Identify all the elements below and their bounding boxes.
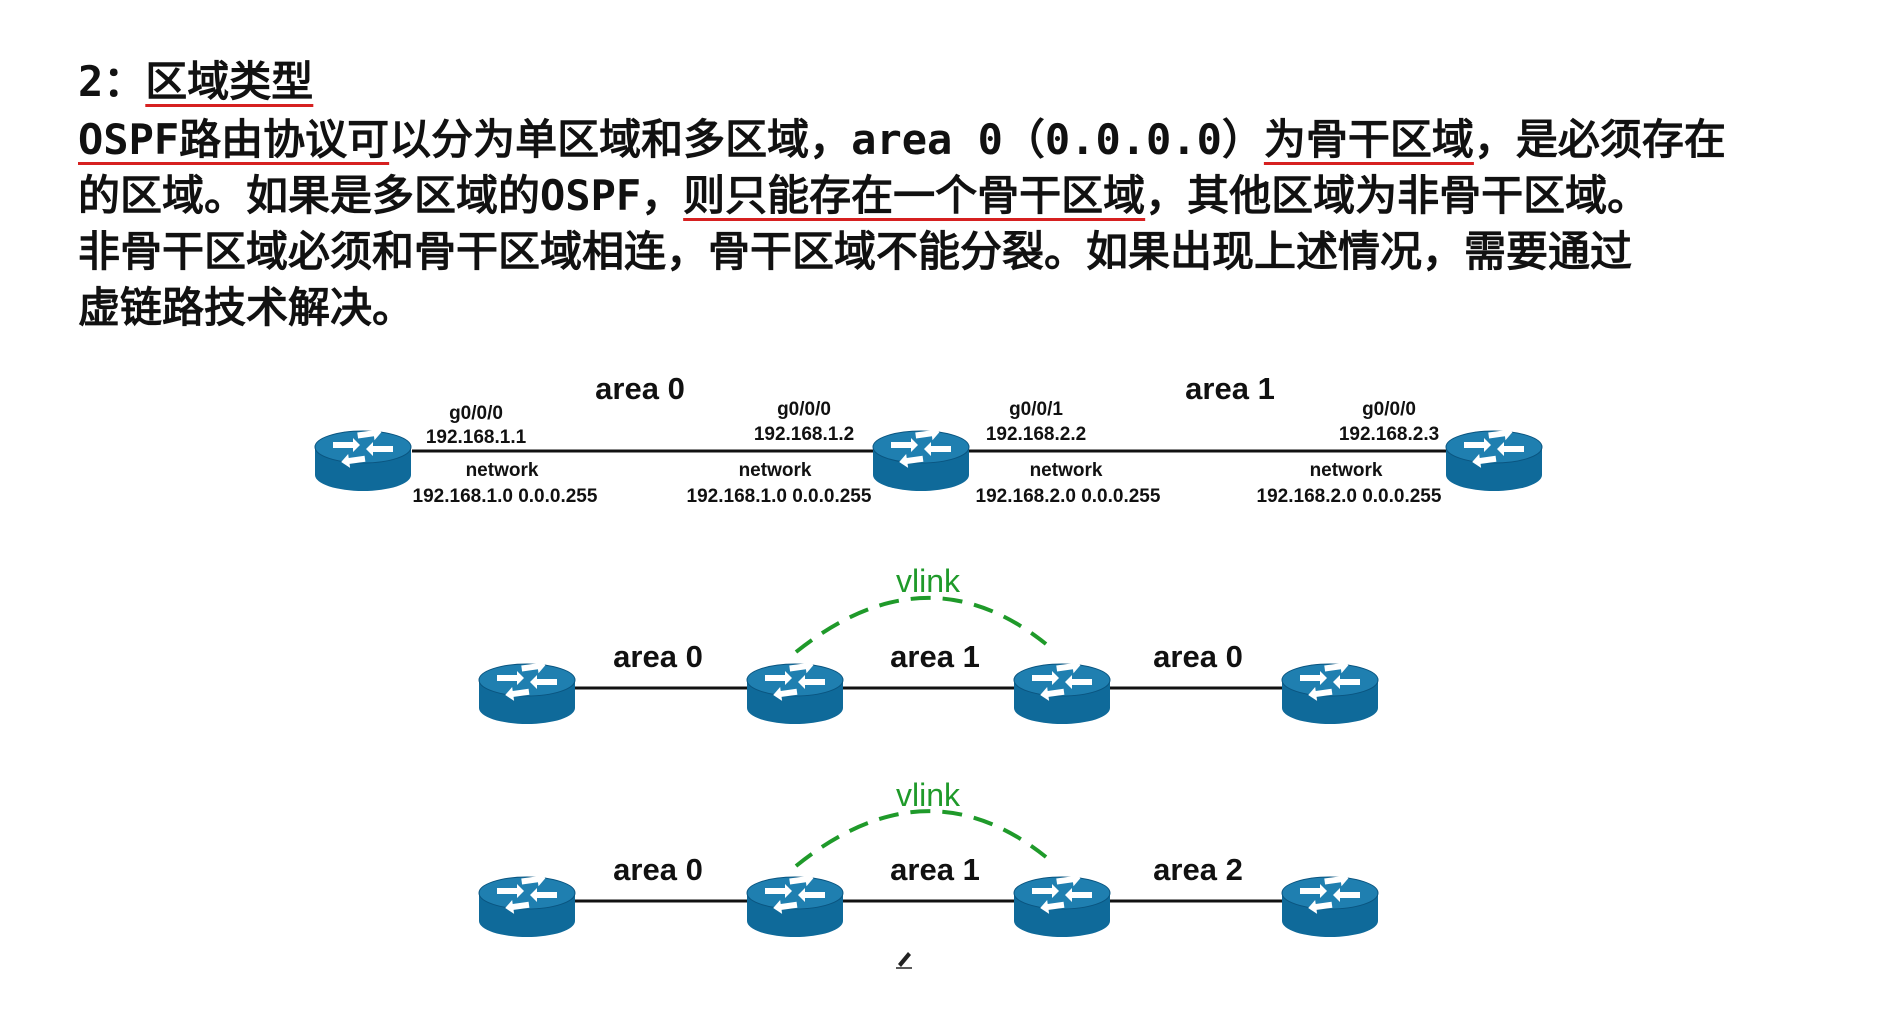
network-value: 192.168.1.0 0.0.0.255: [413, 486, 598, 507]
network-label: network: [1310, 460, 1383, 481]
diagram-2: vlink area 0 area 1 area 0: [478, 563, 1379, 725]
pen-cursor-icon: [896, 952, 912, 969]
vlink-label: vlink: [896, 777, 961, 813]
router-icon: [746, 657, 844, 725]
vlink-label: vlink: [896, 563, 961, 599]
router-icon: [1281, 870, 1379, 938]
ip-label: 192.168.1.2: [754, 424, 854, 445]
network-value: 192.168.2.0 0.0.0.255: [976, 486, 1161, 507]
area-label: area 1: [1185, 371, 1275, 406]
ip-label: 192.168.2.3: [1339, 424, 1439, 445]
router-icon: [1281, 657, 1379, 725]
area-label: area 2: [1153, 852, 1243, 887]
router-icon: [478, 657, 576, 725]
ip-label: 192.168.1.1: [426, 427, 527, 448]
diagram-3: vlink area 0 area 1 area 2: [478, 777, 1379, 938]
ospf-topology-diagrams: area 0 area 1 g0/0/0 192.168.1.1 g0/0/0 …: [314, 371, 1543, 969]
router-icon: [1445, 424, 1543, 492]
interface-label: g0/0/0: [449, 403, 503, 424]
router-icon: [1013, 657, 1111, 725]
area-label: area 0: [613, 852, 703, 887]
network-value: 192.168.2.0 0.0.0.255: [1257, 486, 1442, 507]
router-icon: [1013, 870, 1111, 938]
router-icon: [478, 870, 576, 938]
area-label: area 0: [595, 371, 685, 406]
network-label: network: [466, 460, 539, 481]
network-label: network: [739, 460, 812, 481]
interface-label: g0/0/1: [1009, 399, 1063, 420]
area-label: area 1: [890, 852, 980, 887]
interface-label: g0/0/0: [777, 399, 831, 420]
area-label: area 0: [613, 639, 703, 674]
diagram-1: area 0 area 1 g0/0/0 192.168.1.1 g0/0/0 …: [314, 371, 1543, 507]
ip-label: 192.168.2.2: [986, 424, 1086, 445]
router-icon: [872, 424, 970, 492]
router-icon: [746, 870, 844, 938]
area-label: area 1: [890, 639, 980, 674]
interface-label: g0/0/0: [1362, 399, 1416, 420]
router-icon: [314, 424, 412, 492]
network-label: network: [1030, 460, 1103, 481]
network-value: 192.168.1.0 0.0.0.255: [687, 486, 872, 507]
area-label: area 0: [1153, 639, 1243, 674]
